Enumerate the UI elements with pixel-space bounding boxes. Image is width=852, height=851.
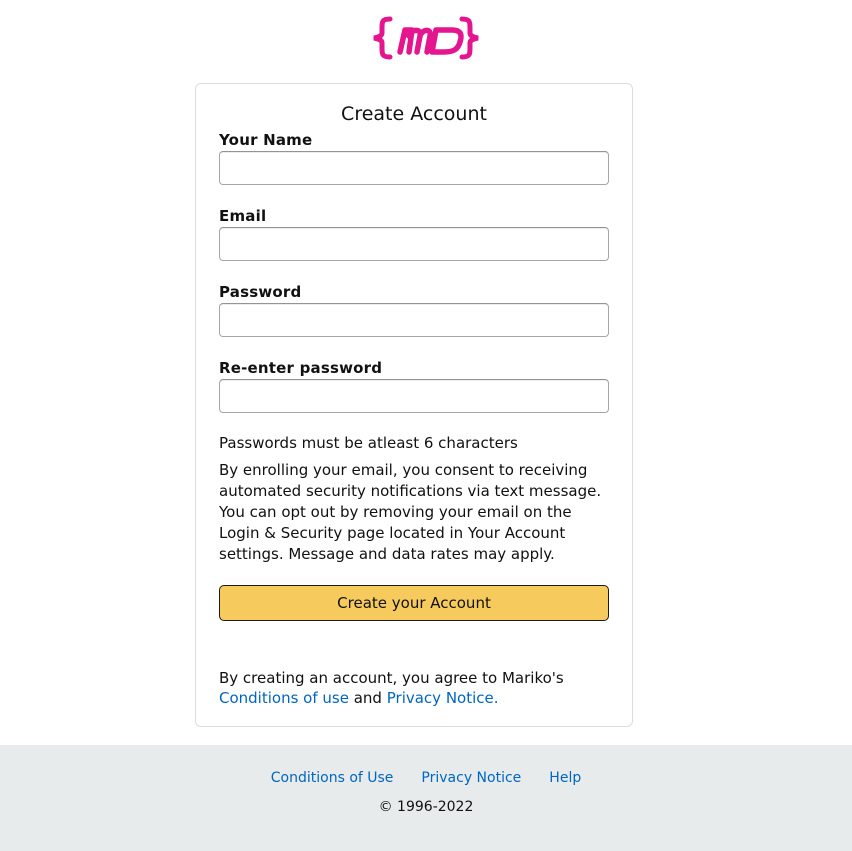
brand-logo[interactable] bbox=[0, 16, 852, 62]
privacy-notice-link[interactable]: Privacy Notice. bbox=[387, 689, 499, 707]
name-input[interactable] bbox=[219, 151, 609, 185]
footer-privacy-link[interactable]: Privacy Notice bbox=[421, 770, 521, 786]
page-title: Create Account bbox=[341, 103, 487, 125]
footer-links: Conditions of Use Privacy Notice Help bbox=[0, 770, 852, 786]
password-hint: Passwords must be atleast 6 characters bbox=[219, 434, 518, 452]
create-account-card: Create Account Your Name Email Password … bbox=[195, 83, 633, 727]
agreement-and: and bbox=[353, 689, 382, 707]
footer-conditions-link[interactable]: Conditions of Use bbox=[271, 770, 394, 786]
conditions-of-use-link[interactable]: Conditions of use bbox=[219, 689, 349, 707]
copyright-text: © 1996-2022 bbox=[378, 799, 474, 815]
email-input[interactable] bbox=[219, 227, 609, 261]
md-logo-icon bbox=[373, 16, 479, 60]
password-input[interactable] bbox=[219, 303, 609, 337]
footer: Conditions of Use Privacy Notice Help © … bbox=[0, 745, 852, 851]
agreement-text: By creating an account, you agree to Mar… bbox=[219, 668, 614, 708]
agreement-prefix: By creating an account, you agree to Mar… bbox=[219, 669, 564, 687]
reenter-password-label: Re-enter password bbox=[219, 359, 383, 377]
footer-help-link[interactable]: Help bbox=[549, 770, 581, 786]
reenter-password-input[interactable] bbox=[219, 379, 609, 413]
email-label: Email bbox=[219, 207, 267, 225]
password-label: Password bbox=[219, 283, 302, 301]
consent-text: By enrolling your email, you consent to … bbox=[219, 461, 602, 563]
name-label: Your Name bbox=[219, 131, 313, 149]
create-account-button[interactable]: Create your Account bbox=[219, 585, 609, 621]
